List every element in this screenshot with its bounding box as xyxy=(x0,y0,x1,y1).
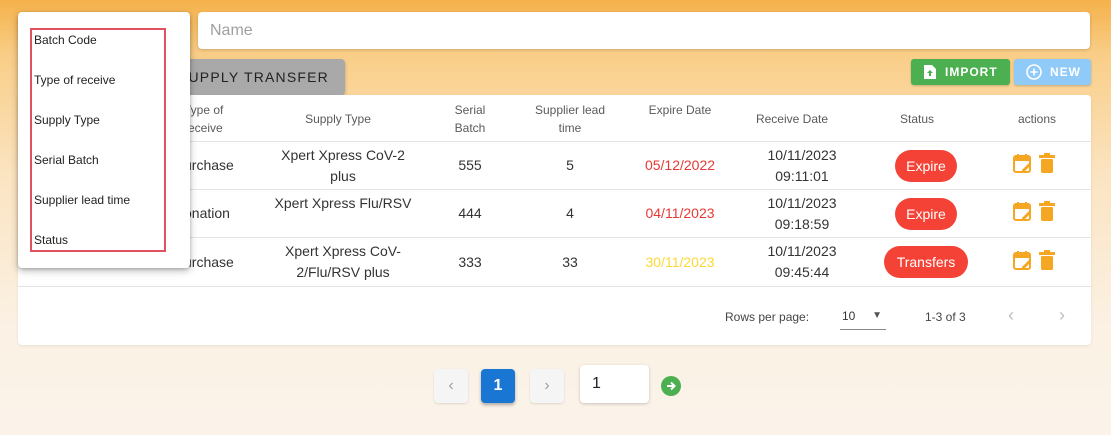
column-menu-item[interactable]: Serial Batch xyxy=(34,153,99,167)
chevron-left-icon: ‹ xyxy=(448,377,454,394)
row-actions xyxy=(1013,250,1055,277)
column-menu-item[interactable]: Type of receive xyxy=(34,73,115,87)
cell-type-of-receive: urchase xyxy=(184,254,234,270)
rows-per-page-select[interactable]: 10 ▼ xyxy=(840,307,886,330)
edit-calendar-icon[interactable] xyxy=(1013,201,1033,228)
cell-expire-date: 04/11/2023 xyxy=(645,205,715,221)
page-input[interactable]: 1 xyxy=(580,365,649,403)
delete-icon[interactable] xyxy=(1039,250,1055,277)
caret-down-icon: ▼ xyxy=(872,310,882,321)
cell-receive-date: 10/11/2023 09:45:44 xyxy=(767,243,837,280)
cell-serial-batch: 555 xyxy=(458,157,482,173)
range-text: 1-3 of 3 xyxy=(925,310,966,324)
search-input[interactable] xyxy=(198,12,1090,49)
cell-receive-date: 10/11/2023 09:11:01 xyxy=(767,147,837,184)
next-page-button[interactable]: › xyxy=(530,369,564,403)
cell-expire-date: 05/12/2022 xyxy=(644,157,716,173)
delete-icon[interactable] xyxy=(1039,153,1055,180)
cell-type-of-receive: onation xyxy=(184,205,230,221)
cell-supply-type: Xpert Xpress CoV-2/Flu/RSV plus xyxy=(285,243,401,280)
cell-supplier-lead-time: 4 xyxy=(566,205,574,221)
page-button-current[interactable]: 1 xyxy=(481,369,515,403)
header-status[interactable]: Status xyxy=(877,110,957,128)
prev-page-button[interactable]: ‹ xyxy=(434,369,468,403)
header-type-of-receive[interactable]: Type of receive xyxy=(184,101,234,137)
cell-serial-batch: 444 xyxy=(458,205,482,221)
rows-per-page-label: Rows per page: xyxy=(725,310,810,324)
chevron-left-icon[interactable]: ‹ xyxy=(1008,305,1014,326)
column-menu-item[interactable]: Status xyxy=(34,233,68,247)
import-label: IMPORT xyxy=(945,65,998,79)
plus-circle-icon xyxy=(1026,64,1042,80)
row-divider xyxy=(18,286,1091,287)
new-button[interactable]: NEW xyxy=(1014,59,1091,85)
column-menu-item[interactable]: Supplier lead time xyxy=(34,193,130,207)
cell-type-of-receive: urchase xyxy=(184,157,234,173)
file-upload-icon xyxy=(923,64,937,80)
header-serial-batch[interactable]: Serial Batch xyxy=(442,101,498,137)
highlight-outline xyxy=(30,28,166,252)
cell-receive-date: 10/11/2023 09:18:59 xyxy=(767,195,837,232)
cell-supply-type: Xpert Xpress Flu/RSV xyxy=(274,195,412,211)
supply-transfer-tab[interactable]: SUPPLY TRANSFER xyxy=(170,59,345,95)
cell-expire-date: 30/11/2023 xyxy=(645,254,715,270)
cell-supply-type: Xpert Xpress CoV-2 plus xyxy=(281,147,405,184)
chevron-right-icon[interactable]: › xyxy=(1059,305,1065,326)
column-menu-item[interactable]: Supply Type xyxy=(34,113,100,127)
header-actions: actions xyxy=(1017,112,1057,126)
column-menu: Batch Code Type of receive Supply Type S… xyxy=(18,12,190,268)
go-button[interactable] xyxy=(661,376,681,396)
header-supplier-lead-time[interactable]: Supplier lead time xyxy=(530,101,610,137)
status-badge: Expire xyxy=(895,150,957,182)
row-actions xyxy=(1013,153,1055,180)
cell-supplier-lead-time: 5 xyxy=(566,157,574,173)
status-badge: Transfers xyxy=(884,246,968,278)
status-badge: Expire xyxy=(895,198,957,230)
header-supply-type[interactable]: Supply Type xyxy=(288,110,388,128)
import-button[interactable]: IMPORT xyxy=(911,59,1010,85)
delete-icon[interactable] xyxy=(1039,201,1055,228)
row-actions xyxy=(1013,201,1055,228)
rows-per-page-value: 10 xyxy=(842,309,856,323)
new-label: NEW xyxy=(1050,65,1081,79)
header-expire-date[interactable]: Expire Date xyxy=(632,101,728,119)
column-menu-item[interactable]: Batch Code xyxy=(34,33,97,47)
cell-serial-batch: 333 xyxy=(458,254,482,270)
chevron-right-icon: › xyxy=(544,377,550,394)
cell-supplier-lead-time: 33 xyxy=(562,254,578,270)
header-receive-date[interactable]: Receive Date xyxy=(742,110,842,128)
edit-calendar-icon[interactable] xyxy=(1013,153,1033,180)
search-field[interactable] xyxy=(198,12,1090,49)
arrow-right-icon xyxy=(667,381,676,391)
edit-calendar-icon[interactable] xyxy=(1013,250,1033,277)
